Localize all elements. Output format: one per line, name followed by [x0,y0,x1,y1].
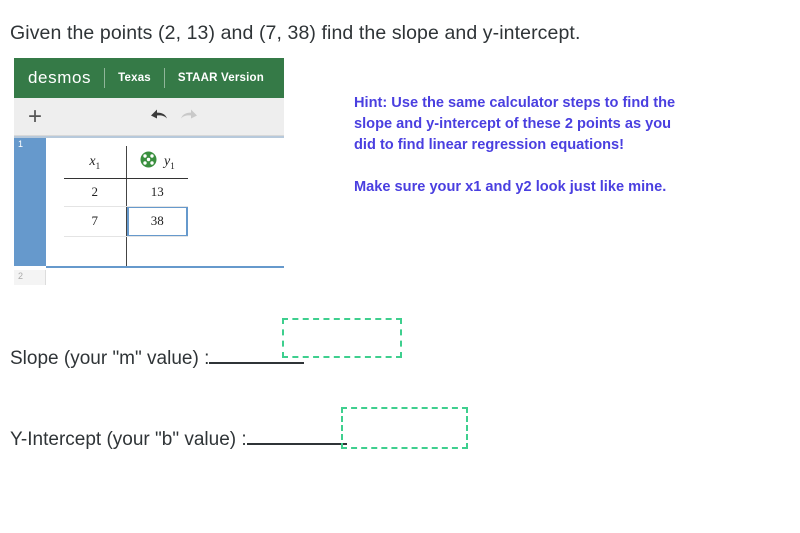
desmos-header-bar: desmos Texas STAAR Version [14,58,284,98]
column-header-y[interactable]: y1 [126,146,188,179]
green-dot-style-icon[interactable] [140,151,157,172]
data-table: x1 y1 2 13 7 38 [64,146,188,266]
slope-answer-box[interactable] [282,318,402,358]
y-intercept-label: Y-Intercept (your "b" value) : [10,429,247,450]
desmos-calculator-screenshot: desmos Texas STAAR Version + 1 2 x1 y1 2… [14,58,284,285]
table-row: 7 38 [64,205,188,237]
hint-text: Hint: Use the same calculator steps to f… [354,93,779,198]
expression-list: 1 2 x1 y1 2 13 7 38 [14,136,284,285]
undo-arrow-icon[interactable] [148,106,168,127]
cell-y-row-2-selected-value[interactable]: 38 [126,205,188,237]
cell-x-row-1[interactable]: 2 [64,178,127,207]
y-intercept-answer-input[interactable] [246,443,347,445]
header-divider-2 [163,68,165,88]
table-row: 2 13 [64,178,188,207]
add-expression-button[interactable]: + [28,104,42,129]
worksheet-page: Given the points (2, 13) and (7, 38) fin… [0,0,800,533]
column-header-x[interactable]: x1 [64,146,127,179]
redo-arrow-icon [180,106,200,127]
slope-answer-row: Slope (your "m" value) : [10,348,305,370]
header-version-label: STAAR Version [177,72,264,84]
page-title: Given the points (2, 13) and (7, 38) fin… [10,22,581,44]
slope-label: Slope (your "m" value) : [10,348,210,369]
hint-line-1: Hint: Use the same calculator steps to f… [354,95,676,111]
hint-line-3: did to find linear regression equations! [354,137,625,153]
y-intercept-answer-row: Y-Intercept (your "b" value) : [10,429,347,451]
cell-y-row-1[interactable]: 13 [126,178,188,207]
table-empty-row [64,236,188,266]
table-header-row: x1 y1 [64,146,188,179]
cell-y-row-2[interactable]: 38 [126,205,188,237]
expression-divider [46,266,284,268]
cell-x-row-2[interactable]: 7 [64,206,127,237]
cell-y-row-3[interactable] [126,236,188,266]
header-region-label: Texas [118,72,151,84]
desmos-toolbar: + [14,98,284,136]
column-header-x-subscript: 1 [95,160,101,171]
hint-line-2: slope and y-intercept of these 2 points … [354,116,672,132]
cell-x-row-3[interactable] [64,236,127,266]
expression-row-number-1: 1 [18,139,24,149]
hint-line-4: Make sure your x1 and y2 look just like … [354,179,667,195]
expression-selected-strip[interactable] [14,138,46,266]
header-divider-1 [104,68,106,88]
y-intercept-answer-box[interactable] [341,407,468,449]
desmos-logo: desmos [28,68,92,87]
hint-spacer [354,156,779,177]
column-header-y-subscript: 1 [170,160,175,171]
expression-row-number-2: 2 [18,271,24,281]
slope-answer-input[interactable] [209,362,305,364]
